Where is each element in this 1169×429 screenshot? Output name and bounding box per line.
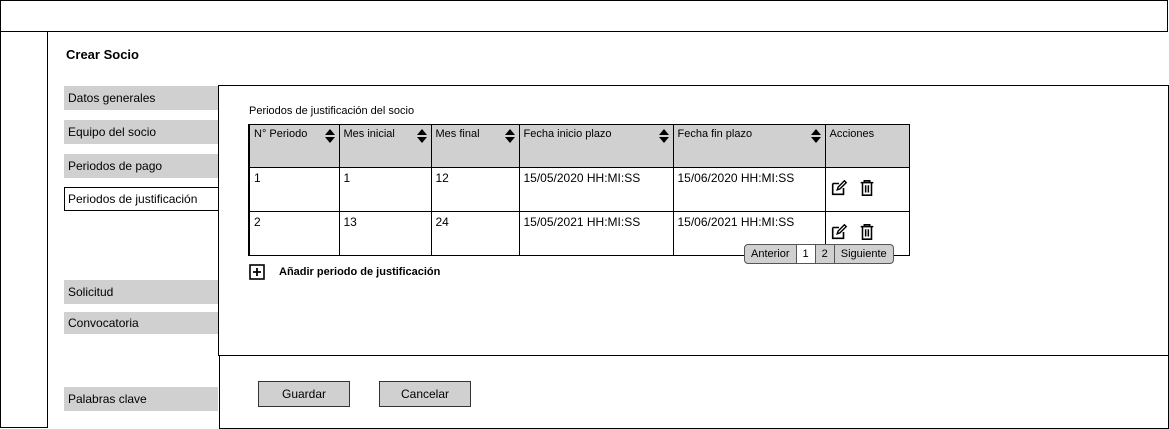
footer-actions-panel xyxy=(219,356,1169,429)
sidebar-item-solicitud[interactable]: Solicitud xyxy=(64,280,218,304)
pagination-next-button[interactable]: Siguiente xyxy=(833,245,893,263)
sort-icon[interactable] xyxy=(810,129,821,143)
sidebar-item-equipo-del-socio[interactable]: Equipo del socio xyxy=(64,120,218,144)
column-header-mes-inicial[interactable]: Mes inicial xyxy=(338,124,432,168)
column-header-label: Mes inicial xyxy=(343,128,395,140)
cell-fecha-inicio: 15/05/2020 HH:MI:SS xyxy=(518,167,674,212)
sort-icon[interactable] xyxy=(416,129,427,143)
column-header-mes-final[interactable]: Mes final xyxy=(430,124,520,168)
pagination-previous-button[interactable]: Anterior xyxy=(745,245,796,263)
sidebar-item-periodos-de-justificacion[interactable]: Periodos de justificación xyxy=(64,187,218,211)
column-header-label: N° Periodo xyxy=(254,128,308,140)
cell-acciones xyxy=(824,167,910,212)
cell-mes-inicial: 13 xyxy=(338,211,432,256)
top-header-bar xyxy=(0,0,1168,32)
plus-square-icon[interactable] xyxy=(249,264,265,280)
section-title: Periodos de justificación del socio xyxy=(249,105,415,117)
save-button[interactable]: Guardar xyxy=(258,381,350,407)
table-row: 1 1 12 15/05/2020 HH:MI:SS 15/06/2020 HH… xyxy=(248,167,910,212)
column-header-label: Fecha fin plazo xyxy=(677,128,753,140)
left-navigation-rail xyxy=(0,32,48,428)
sidebar-item-datos-generales[interactable]: Datos generales xyxy=(64,86,218,110)
cell-mes-final: 24 xyxy=(430,211,520,256)
pagination-page-1[interactable]: 1 xyxy=(795,245,815,263)
column-header-label: Fecha inicio plazo xyxy=(523,128,612,140)
cell-periodo: 2 xyxy=(248,211,340,256)
trash-icon[interactable] xyxy=(858,223,876,241)
add-justification-period-label: Añadir periodo de justificación xyxy=(279,266,441,278)
table-header-row: N° Periodo Mes inicial Mes final Fecha i… xyxy=(248,124,910,168)
pagination: Anterior 1 2 Siguiente xyxy=(744,244,894,264)
sidebar-item-convocatoria[interactable]: Convocatoria xyxy=(64,312,218,334)
sort-icon[interactable] xyxy=(658,129,669,143)
cell-fecha-fin: 15/06/2020 HH:MI:SS xyxy=(672,167,826,212)
column-header-fecha-fin-plazo[interactable]: Fecha fin plazo xyxy=(672,124,826,168)
sort-icon[interactable] xyxy=(504,129,515,143)
add-justification-period-button[interactable]: Añadir periodo de justificación xyxy=(249,264,440,280)
edit-icon[interactable] xyxy=(830,223,848,241)
cell-periodo: 1 xyxy=(248,167,340,212)
trash-icon[interactable] xyxy=(858,179,876,197)
column-header-periodo[interactable]: N° Periodo xyxy=(248,124,340,168)
pagination-page-2[interactable]: 2 xyxy=(814,245,834,263)
cancel-button[interactable]: Cancelar xyxy=(379,381,471,407)
cell-mes-final: 12 xyxy=(430,167,520,212)
sidebar-item-palabras-clave[interactable]: Palabras clave xyxy=(64,387,218,411)
column-header-label: Acciones xyxy=(829,128,875,140)
sort-icon[interactable] xyxy=(324,129,335,143)
cell-fecha-inicio: 15/05/2021 HH:MI:SS xyxy=(518,211,674,256)
column-header-acciones: Acciones xyxy=(824,124,910,168)
justification-periods-table: N° Periodo Mes inicial Mes final Fecha i… xyxy=(248,124,910,256)
edit-icon[interactable] xyxy=(830,179,848,197)
sidebar-item-periodos-de-pago[interactable]: Periodos de pago xyxy=(64,154,218,178)
column-header-fecha-inicio-plazo[interactable]: Fecha inicio plazo xyxy=(518,124,674,168)
page-title: Crear Socio xyxy=(66,47,139,62)
column-header-label: Mes final xyxy=(435,128,480,140)
cell-mes-inicial: 1 xyxy=(338,167,432,212)
